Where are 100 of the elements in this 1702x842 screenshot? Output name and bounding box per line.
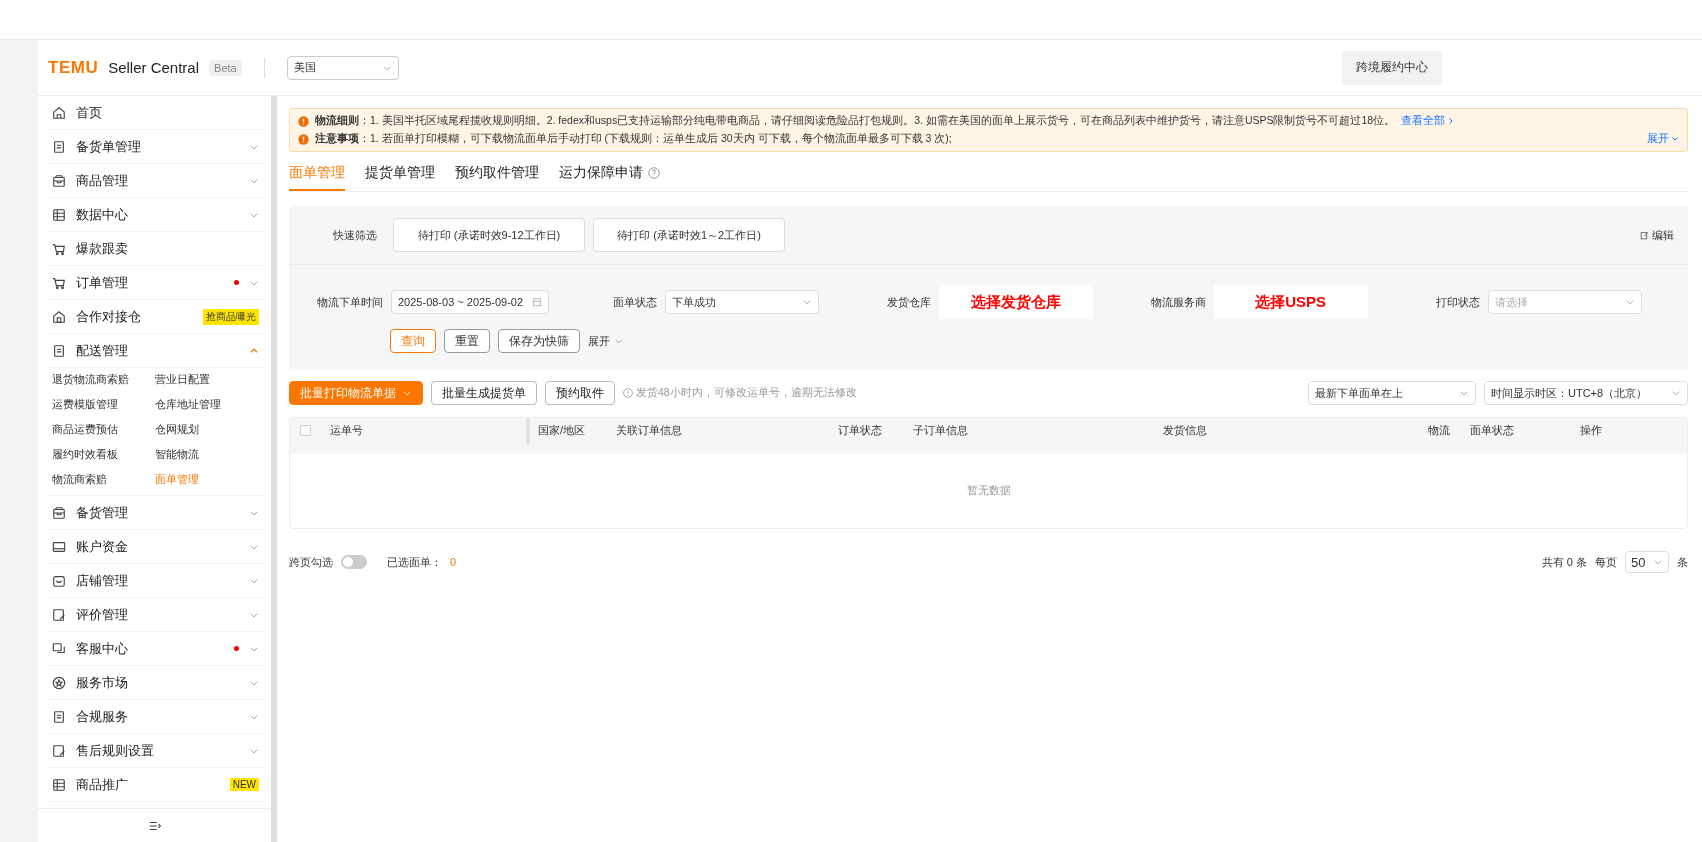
hint-text: 发货48小时内，可修改运单号，逾期无法修改 bbox=[636, 386, 857, 400]
store-icon bbox=[52, 573, 66, 588]
submenu-item[interactable]: 仓网规划 bbox=[154, 422, 257, 437]
home-icon bbox=[52, 105, 66, 120]
chevron-down-icon bbox=[614, 336, 624, 346]
sidebar-item[interactable]: 首页 bbox=[46, 96, 263, 130]
edit-link[interactable]: 编辑 bbox=[1640, 227, 1674, 243]
region-select[interactable]: 美国 bbox=[286, 55, 399, 80]
expand-link[interactable]: 展开 bbox=[588, 329, 624, 353]
warning-icon bbox=[298, 115, 309, 127]
chevron-down-icon bbox=[402, 388, 412, 398]
timezone-select[interactable]: 时间显示时区：UTC+8（北京） bbox=[1484, 381, 1688, 405]
chat-icon bbox=[52, 641, 66, 656]
filter-label: 面单状态 bbox=[612, 294, 658, 310]
submenu-item[interactable]: 退货物流商索赔 bbox=[52, 372, 155, 387]
filter-label: 快速筛选 bbox=[332, 227, 377, 243]
notice-text: 物流细则：1. 美国半托区域尾程揽收规则明细。2. fedex和usps已支持运输部分纯电带电商品，请仔细阅读危险品打包规则。3. 如需在美国的面单上展示货号，可在商品列表中维护货号，请注意USPS限制货号不可超过18位。 bbox=[315, 114, 1396, 128]
sidebar-item[interactable]: 合作对接仓 抢商品曝光 bbox=[46, 300, 263, 334]
submenu-item[interactable]: 仓库地址管理 bbox=[154, 397, 257, 412]
box-icon bbox=[52, 505, 66, 520]
column-header: 操作 bbox=[1579, 423, 1603, 439]
selected-label: 已选面单： bbox=[387, 554, 442, 570]
sidebar-item[interactable]: 客服中心 bbox=[46, 632, 263, 666]
toolbar-button[interactable]: 批量生成提货单 bbox=[431, 381, 537, 405]
document-icon bbox=[52, 709, 66, 724]
edit-document-icon bbox=[52, 607, 66, 622]
column-header: 物流 bbox=[1427, 423, 1451, 439]
promo-tag: 抢商品曝光 bbox=[203, 308, 259, 325]
column-header: 国家/地区 bbox=[537, 423, 587, 439]
toggle-switch[interactable] bbox=[341, 555, 367, 569]
sidebar-item[interactable]: 合规服务 bbox=[46, 700, 263, 734]
sidebar-item[interactable]: 服务市场 bbox=[46, 666, 263, 700]
chevron-down-icon bbox=[1653, 557, 1663, 567]
submenu-item[interactable]: 营业日配置 bbox=[154, 372, 257, 387]
chevron-down-icon bbox=[802, 297, 813, 307]
fulfillment-center-button[interactable]: 跨境履约中心 bbox=[1342, 50, 1442, 85]
submenu-item[interactable]: 履约时效看板 bbox=[52, 447, 155, 462]
sidebar-item[interactable]: 评价管理 bbox=[46, 598, 263, 632]
cart-icon bbox=[52, 241, 66, 256]
chevron-down-icon bbox=[1671, 388, 1681, 398]
edit-icon bbox=[1640, 230, 1649, 240]
select-field[interactable]: 下单成功 bbox=[665, 290, 820, 314]
app-name: Seller Central bbox=[108, 59, 200, 76]
annotation-label: 选择USPS bbox=[1213, 285, 1368, 319]
sidebar-item[interactable]: 商品管理 bbox=[46, 164, 263, 198]
filter-label: 物流服务商 bbox=[1149, 294, 1206, 310]
empty-message: 暂无数据 bbox=[965, 483, 1012, 498]
sidebar-item[interactable]: 数据中心 bbox=[46, 198, 263, 232]
tab[interactable]: 提货单管理 bbox=[365, 158, 435, 191]
sidebar-item[interactable]: 爆款跟卖 bbox=[46, 232, 263, 266]
sidebar-item[interactable]: 备货管理 bbox=[46, 496, 263, 530]
logo: TEMU bbox=[48, 57, 99, 78]
sidebar-item[interactable]: 店铺管理 bbox=[46, 564, 263, 598]
submenu-item[interactable]: 商品运费预估 bbox=[52, 422, 155, 437]
help-icon bbox=[648, 167, 660, 179]
tab[interactable]: 预约取件管理 bbox=[455, 158, 539, 191]
tab[interactable]: 运力保障申请 bbox=[559, 158, 660, 191]
table-icon bbox=[52, 207, 66, 222]
page-size-select[interactable]: 50 bbox=[1625, 551, 1669, 573]
sidebar-item[interactable]: 订单管理 bbox=[46, 266, 263, 300]
date-range-field[interactable]: 2025-08-03 ~ 2025-09-02 bbox=[391, 290, 549, 314]
sidebar-item[interactable]: 配送管理 bbox=[46, 334, 263, 368]
sort-select[interactable]: 最新下单面单在上 bbox=[1308, 381, 1476, 405]
submenu-item[interactable]: 运费模版管理 bbox=[52, 397, 155, 412]
info-icon bbox=[623, 388, 633, 398]
column-header: 运单号 bbox=[322, 418, 530, 444]
column-header: 关联订单信息 bbox=[615, 423, 683, 439]
column-header: 面单状态 bbox=[1469, 423, 1515, 439]
sidebar-item[interactable]: 账户资金 bbox=[46, 530, 263, 564]
beta-badge: Beta bbox=[209, 59, 242, 76]
toggle-label: 跨页勾选 bbox=[289, 554, 333, 570]
document-icon bbox=[52, 343, 66, 358]
select-all-checkbox[interactable] bbox=[300, 425, 311, 437]
notice-text: 注意事项：1. 若面单打印模糊，可下载物流面单后手动打印 (下载规则：运单生成后 30天内 可下载，每个物流面单最多可下载 3 次); bbox=[315, 132, 952, 146]
edit-document-icon bbox=[52, 743, 66, 758]
filter-label: 打印状态 bbox=[1434, 294, 1480, 310]
sidebar-item[interactable]: 商品推广 NEW bbox=[46, 768, 263, 802]
submenu-item[interactable]: 物流商索赔 bbox=[52, 472, 155, 487]
calendar-icon bbox=[532, 297, 542, 307]
filter-button[interactable]: 保存为快筛 bbox=[498, 329, 580, 353]
chevron-down-icon bbox=[1459, 388, 1469, 398]
table-icon bbox=[52, 777, 66, 792]
sidebar-item[interactable]: 售后规则设置 bbox=[46, 734, 263, 768]
document-icon bbox=[52, 139, 66, 154]
promo-tag: NEW bbox=[229, 778, 259, 791]
notification-dot bbox=[234, 646, 239, 651]
cart-icon bbox=[52, 275, 66, 290]
warning-icon bbox=[298, 133, 309, 145]
submenu-item[interactable]: 智能物流 bbox=[154, 447, 257, 462]
notification-dot bbox=[234, 280, 239, 285]
filter-button[interactable]: 重置 bbox=[444, 329, 490, 353]
quick-filter-chip[interactable]: 待打印 (承诺时效9-12工作日) bbox=[393, 218, 585, 252]
card-icon bbox=[52, 539, 66, 554]
per-page-label: 每页 bbox=[1595, 554, 1617, 570]
quick-filter-chip[interactable]: 待打印 (承诺时效1～2工作日) bbox=[593, 218, 785, 252]
toolbar-button[interactable]: 预约取件 bbox=[545, 381, 615, 405]
notice-link[interactable]: 查看全部 bbox=[1401, 114, 1456, 128]
box-icon bbox=[52, 173, 66, 188]
sidebar-item[interactable]: 备货单管理 bbox=[46, 130, 263, 164]
notice-link[interactable]: 展开 bbox=[1647, 132, 1679, 146]
